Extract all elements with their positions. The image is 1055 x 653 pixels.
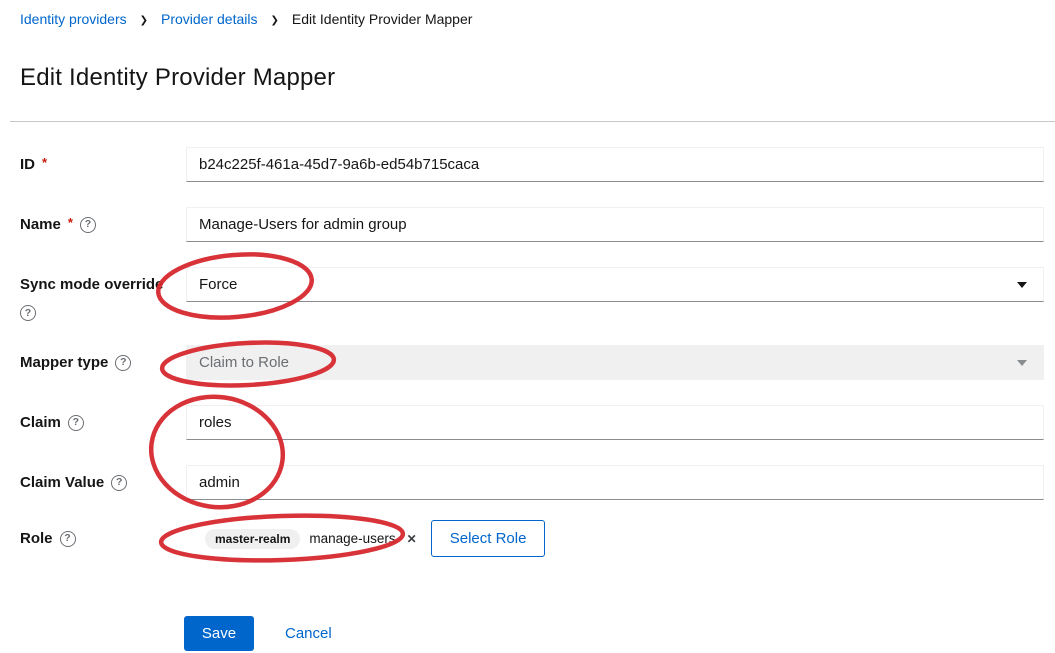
- breadcrumb-current-page: Edit Identity Provider Mapper: [292, 11, 473, 27]
- save-button[interactable]: Save: [184, 616, 254, 651]
- caret-down-icon: [1017, 282, 1027, 288]
- help-icon[interactable]: ?: [68, 415, 84, 431]
- sync-mode-override-label-cell: Sync mode override ?: [20, 267, 186, 302]
- role-field-row: Role ? master-realm manage-users ✕ Selec…: [20, 520, 1044, 557]
- page-title: Edit Identity Provider Mapper: [20, 64, 335, 92]
- mapper-type-label: Mapper type: [20, 345, 108, 380]
- breadcrumb-separator-icon: ❯: [271, 15, 279, 26]
- claim-field-row: Claim ?: [20, 405, 1044, 440]
- sync-mode-override-row: Sync mode override ? Force: [20, 267, 1044, 302]
- name-label: Name: [20, 207, 61, 242]
- chip-remove-button[interactable]: ✕: [405, 533, 419, 545]
- mapper-type-label-cell: Mapper type ?: [20, 345, 186, 380]
- claim-label: Claim: [20, 405, 61, 440]
- breadcrumb-link-identity-providers[interactable]: Identity providers: [20, 11, 127, 27]
- role-chip-name: manage-users: [309, 531, 395, 546]
- breadcrumb-separator-icon: ❯: [140, 15, 148, 26]
- mapper-type-value: Claim to Role: [199, 354, 289, 371]
- help-icon[interactable]: ?: [115, 355, 131, 371]
- required-asterisk: *: [42, 155, 47, 170]
- select-role-button[interactable]: Select Role: [431, 520, 546, 557]
- name-input[interactable]: [186, 207, 1044, 242]
- help-icon[interactable]: ?: [60, 531, 76, 547]
- name-label-cell: Name * ?: [20, 207, 186, 242]
- name-field-row: Name * ?: [20, 207, 1044, 242]
- claim-value-input[interactable]: [186, 465, 1044, 500]
- sync-mode-override-value: Force: [199, 276, 237, 293]
- claim-value-label-cell: Claim Value ?: [20, 465, 186, 500]
- edit-identity-provider-mapper-page: Identity providers ❯ Provider details ❯ …: [0, 0, 1055, 653]
- title-divider: [10, 121, 1055, 122]
- id-input[interactable]: [186, 147, 1044, 182]
- mapper-type-row: Mapper type ? Claim to Role: [20, 345, 1044, 380]
- cancel-link[interactable]: Cancel: [285, 625, 332, 642]
- close-icon: ✕: [407, 532, 417, 546]
- sync-mode-override-label: Sync mode override: [20, 267, 163, 302]
- help-icon[interactable]: ?: [20, 305, 36, 321]
- required-asterisk: *: [68, 215, 73, 230]
- breadcrumb-link-provider-details[interactable]: Provider details: [161, 11, 258, 27]
- help-icon[interactable]: ?: [80, 217, 96, 233]
- id-label-cell: ID *: [20, 147, 186, 182]
- mapper-type-select: Claim to Role: [186, 345, 1044, 380]
- claim-label-cell: Claim ?: [20, 405, 186, 440]
- claim-input[interactable]: [186, 405, 1044, 440]
- id-label: ID: [20, 147, 35, 182]
- caret-down-icon: [1017, 360, 1027, 366]
- help-icon[interactable]: ?: [111, 475, 127, 491]
- role-chip-badge: master-realm: [205, 529, 300, 549]
- breadcrumb: Identity providers ❯ Provider details ❯ …: [20, 11, 472, 27]
- id-field-row: ID *: [20, 147, 1044, 182]
- claim-value-label: Claim Value: [20, 465, 104, 500]
- form-actions: Save Cancel: [184, 616, 332, 651]
- claim-value-field-row: Claim Value ?: [20, 465, 1044, 500]
- sync-mode-override-select[interactable]: Force: [186, 267, 1044, 302]
- role-label-cell: Role ?: [20, 521, 186, 556]
- role-chip: master-realm manage-users ✕: [205, 529, 419, 549]
- role-label: Role: [20, 521, 53, 556]
